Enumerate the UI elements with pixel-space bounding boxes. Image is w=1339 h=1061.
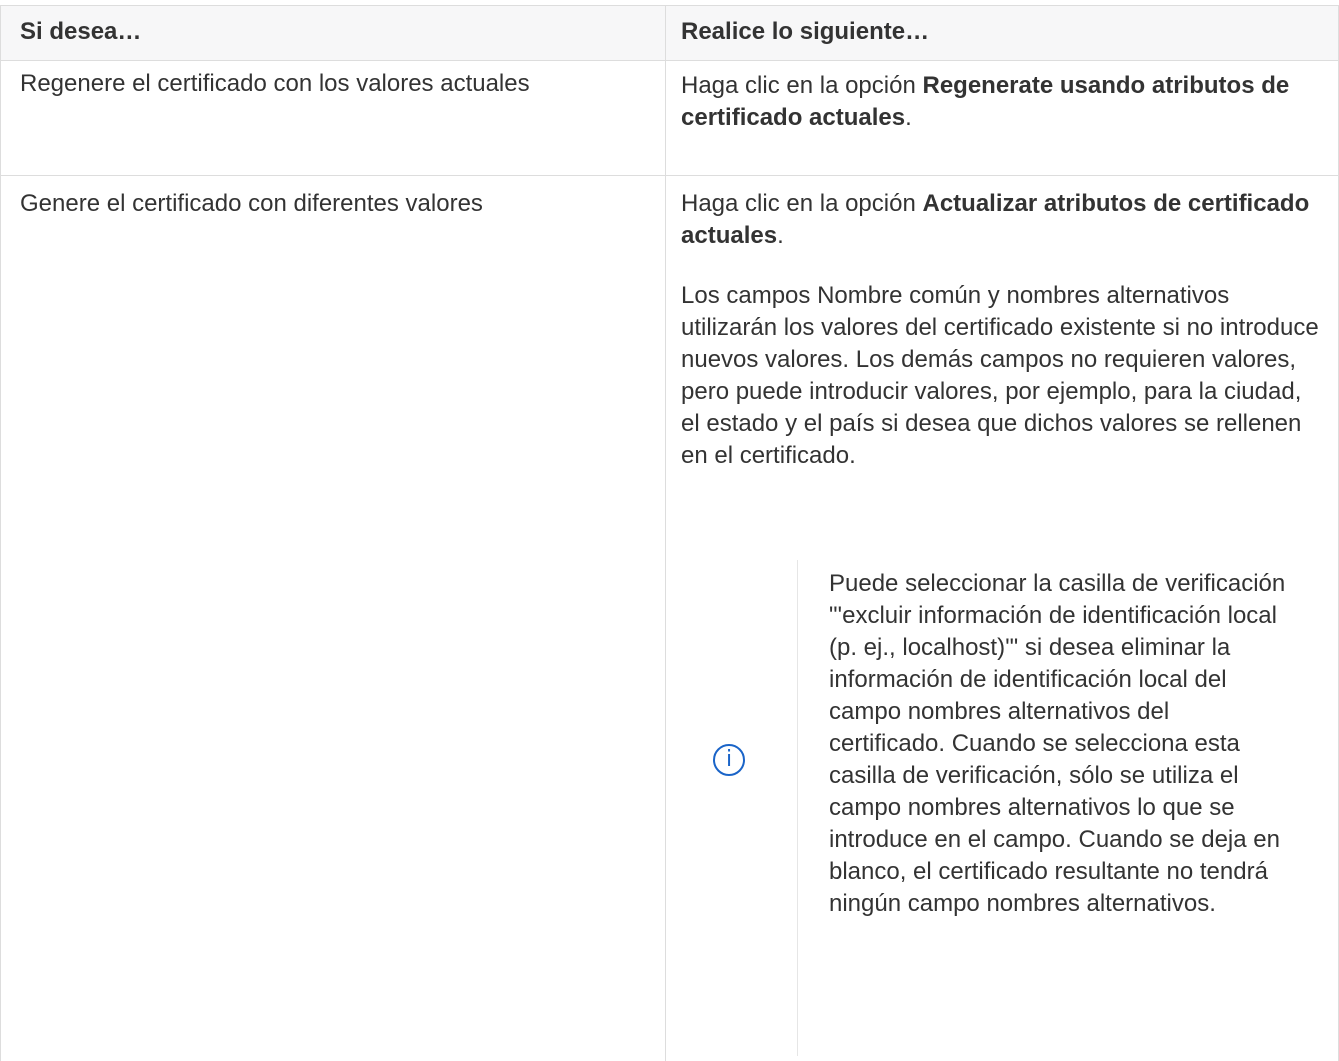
info-icon: i — [713, 744, 745, 776]
row1-action-text: Haga clic en la opción Regenerate usando… — [681, 70, 1326, 134]
options-table: Si desea… Realice lo siguiente… Regenere… — [0, 0, 1339, 1061]
table-header-divider — [0, 60, 1339, 61]
row2-action-text: Haga clic en la opción Actualizar atribu… — [681, 188, 1326, 252]
row1-action-prefix: Haga clic en la opción — [681, 72, 923, 99]
row1-action-cell: Haga clic en la opción Regenerate usando… — [681, 70, 1326, 134]
row1-want-cell: Regenere el certificado con los valores … — [20, 70, 530, 97]
table-border-left — [0, 5, 1, 1061]
table-header-row — [0, 6, 1339, 60]
row2-action-prefix: Haga clic en la opción — [681, 190, 923, 217]
info-note: i Puede seleccionar la casilla de verifi… — [681, 560, 1331, 1056]
note-text: Puede seleccionar la casilla de verifica… — [829, 570, 1286, 917]
column-header-want: Si desea… — [20, 18, 142, 45]
row1-action-suffix: . — [905, 104, 912, 131]
row2-action-cell: Haga clic en la opción Actualizar atribu… — [681, 188, 1326, 472]
row2-detail-text: Los campos Nombre común y nombres altern… — [681, 282, 1319, 469]
table-column-divider — [665, 5, 666, 1061]
row2-action-suffix: . — [777, 222, 784, 249]
table-border-top — [0, 5, 1339, 6]
table-row-divider — [0, 175, 1339, 176]
column-header-action: Realice lo siguiente… — [681, 18, 930, 45]
row2-want-cell: Genere el certificado con diferentes val… — [20, 190, 483, 217]
note-divider — [797, 560, 798, 1056]
